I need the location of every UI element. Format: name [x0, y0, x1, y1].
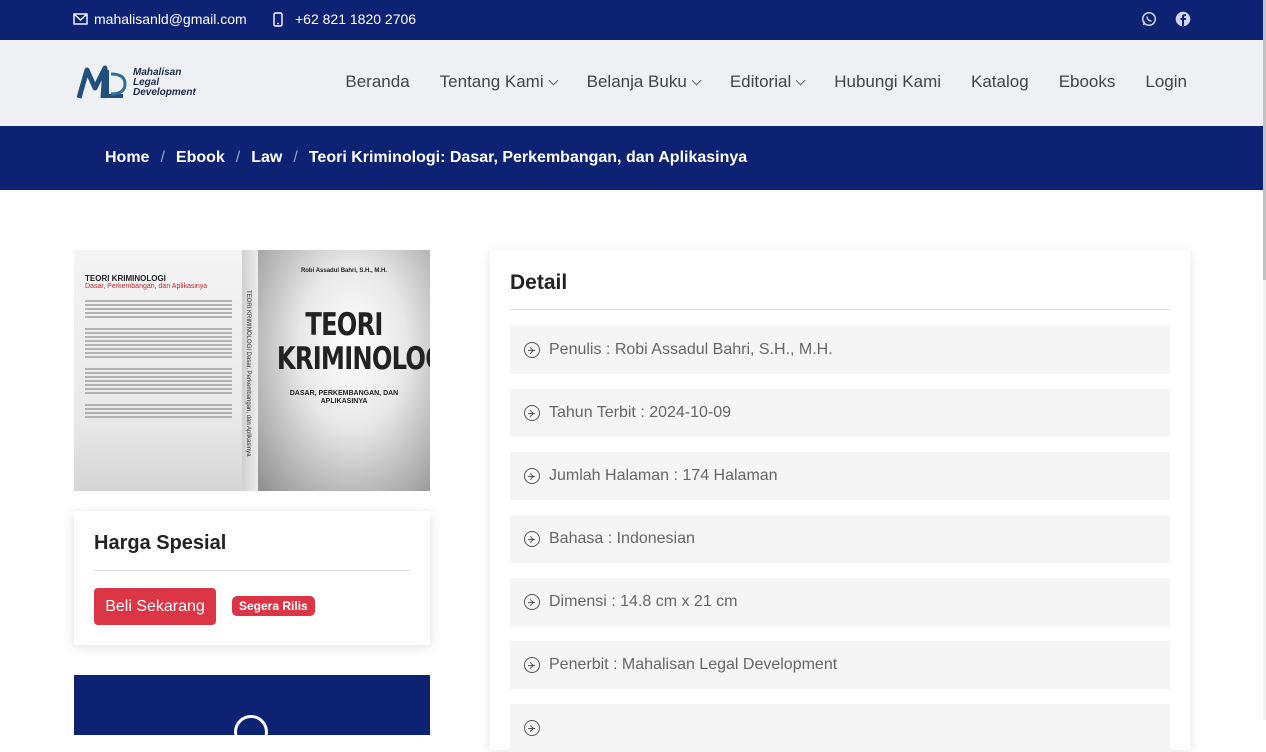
cover-front: Robi Assadul Bahri, S.H., M.H. TEORI KRI… [258, 250, 430, 491]
arrow-right-circle-icon [524, 405, 540, 421]
social-links [1141, 11, 1191, 27]
detail-row-language: Bahasa : Indonesian [510, 515, 1170, 563]
status-badge: Segera Rilis [232, 596, 315, 616]
arrow-right-circle-icon [524, 594, 540, 610]
cover-subtitle: DASAR, PERKEMBANGAN, DAN APLIKASINYA [289, 390, 399, 405]
detail-row-text: Dimensi : 14.8 cm x 21 cm [549, 593, 738, 610]
chevron-down-icon [795, 75, 806, 85]
nav-beranda[interactable]: Beranda [345, 72, 409, 92]
detail-card: Detail Penulis : Robi Assadul Bahri, S.H… [490, 250, 1190, 752]
breadcrumb-bar: Home / Ebook / Law / Teori Kriminologi: … [0, 126, 1263, 190]
breadcrumb: Home / Ebook / Law / Teori Kriminologi: … [105, 149, 747, 167]
detail-row-year: Tahun Terbit : 2024-10-09 [510, 389, 1170, 437]
price-card: Harga Spesial Beli Sekarang Segera Rilis [74, 511, 430, 645]
detail-row-text: Jumlah Halaman : 174 Halaman [549, 467, 778, 484]
promo-panel [74, 675, 430, 749]
breadcrumb-current: Teori Kriminologi: Dasar, Perkembangan, … [308, 149, 748, 166]
cover-title-line-2: KRIMINOLOGI [276, 341, 430, 377]
logo-line-3: Development [133, 87, 196, 98]
detail-row-text: Penulis : Robi Assadul Bahri, S.H., M.H. [549, 341, 833, 358]
breadcrumb-law[interactable]: Law [251, 149, 282, 167]
main-nav: Beranda Tentang Kami Belanja Buku Editor… [345, 72, 1187, 92]
nav-ebooks[interactable]: Ebooks [1059, 72, 1116, 92]
cover-spine: TEORI KRIMINOLOGI Dasar, Perkembangan, d… [242, 250, 258, 491]
arrow-right-circle-icon [524, 720, 540, 736]
site-header: Mahalisan Legal Development Beranda Tent… [0, 40, 1263, 126]
nav-label: Login [1145, 72, 1187, 91]
cover-title: TEORI KRIMINOLOGI [276, 307, 430, 377]
arrow-right-circle-icon [524, 468, 540, 484]
nav-label: Hubungi Kami [834, 72, 942, 91]
cover-back-subtitle: Dasar, Perkembangan, dan Aplikasinya [85, 283, 208, 290]
detail-heading: Detail [510, 271, 568, 294]
mld-logo-mark-icon [77, 65, 127, 99]
detail-row-dimension: Dimensi : 14.8 cm x 21 cm [510, 578, 1170, 626]
circle-icon [234, 715, 268, 749]
phone-text: +62 821 1820 2706 [295, 11, 417, 27]
nav-katalog[interactable]: Katalog [971, 72, 1029, 92]
phone-icon [273, 11, 283, 27]
breadcrumb-separator: / [160, 149, 165, 166]
mail-icon [73, 13, 88, 25]
phone-contact[interactable]: +62 821 1820 2706 [273, 11, 416, 27]
divider [94, 570, 410, 571]
detail-row-text: Penerbit : Mahalisan Legal Development [549, 656, 838, 673]
site-logo[interactable]: Mahalisan Legal Development [77, 64, 196, 102]
detail-row-pages: Jumlah Halaman : 174 Halaman [510, 452, 1170, 500]
nav-editorial[interactable]: Editorial [729, 72, 806, 92]
breadcrumb-home[interactable]: Home [105, 149, 149, 167]
arrow-right-circle-icon [524, 531, 540, 547]
book-cover-image: TEORI KRIMINOLOGI Dasar, Perkembangan, d… [74, 250, 430, 491]
arrow-right-circle-icon [524, 657, 540, 673]
divider [510, 309, 1170, 310]
nav-tentang-kami[interactable]: Tentang Kami [439, 72, 559, 92]
email-contact[interactable]: mahalisanld@gmail.com [73, 11, 247, 27]
detail-row-publisher: Penerbit : Mahalisan Legal Development [510, 641, 1170, 689]
cover-back: TEORI KRIMINOLOGI Dasar, Perkembangan, d… [74, 250, 242, 491]
detail-row-text: Bahasa : Indonesian [549, 530, 695, 547]
nav-label: Beranda [345, 72, 410, 91]
nav-label: Editorial [729, 72, 792, 91]
nav-label: Belanja Buku [586, 72, 687, 91]
price-heading: Harga Spesial [94, 532, 227, 554]
breadcrumb-ebook[interactable]: Ebook [176, 149, 225, 167]
cover-back-title: TEORI KRIMINOLOGI [85, 274, 166, 283]
nav-label: Katalog [971, 72, 1029, 91]
nav-label: Tentang Kami [439, 72, 544, 91]
facebook-icon[interactable] [1175, 11, 1191, 27]
whatsapp-icon[interactable] [1141, 11, 1157, 27]
nav-hubungi-kami[interactable]: Hubungi Kami [834, 72, 941, 92]
cover-title-line-1: TEORI [305, 307, 383, 343]
chevron-down-icon [691, 75, 702, 85]
detail-row-text: Tahun Terbit : 2024-10-09 [549, 404, 732, 421]
email-text: mahalisanld@gmail.com [94, 11, 247, 27]
breadcrumb-separator: / [235, 149, 241, 166]
nav-login[interactable]: Login [1145, 72, 1187, 92]
nav-label: Ebooks [1058, 72, 1116, 91]
buy-now-button[interactable]: Beli Sekarang [94, 588, 216, 625]
cover-author: Robi Assadul Bahri, S.H., M.H. [300, 268, 388, 274]
detail-row-author: Penulis : Robi Assadul Bahri, S.H., M.H. [510, 326, 1170, 374]
arrow-right-circle-icon [524, 342, 540, 358]
chevron-down-icon [548, 75, 559, 85]
cover-spine-text: TEORI KRIMINOLOGI Dasar, Perkembangan, d… [245, 290, 251, 457]
detail-row-next [510, 704, 1170, 752]
nav-belanja-buku[interactable]: Belanja Buku [586, 72, 702, 92]
top-contact-bar: mahalisanld@gmail.com +62 821 1820 2706 [0, 0, 1263, 40]
breadcrumb-separator: / [293, 149, 298, 166]
